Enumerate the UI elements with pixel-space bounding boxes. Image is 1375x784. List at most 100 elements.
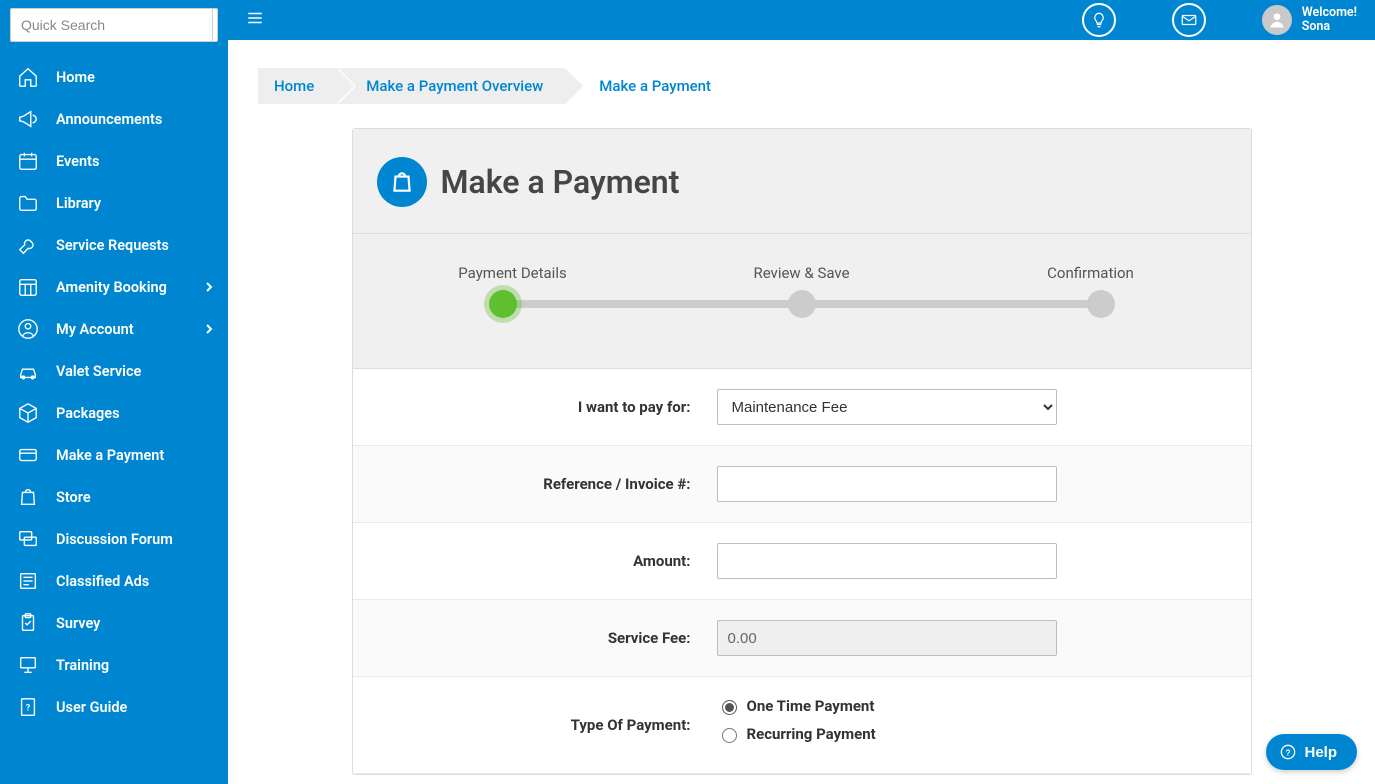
chevron-right-icon	[204, 321, 214, 338]
sidebar-item-label: Library	[56, 195, 101, 212]
megaphone-icon	[16, 107, 40, 131]
label-payment-type: Type Of Payment:	[377, 716, 717, 734]
step-dot-1	[489, 290, 517, 318]
search-wrap	[0, 0, 228, 50]
sidebar: Home Announcements Events Library Servic…	[0, 0, 228, 784]
shopping-bag-icon	[377, 157, 427, 207]
sidebar-item-label: Store	[56, 489, 91, 506]
card-header: Make a Payment	[353, 129, 1251, 234]
select-pay-for[interactable]: Maintenance Fee	[717, 389, 1057, 425]
row-pay-for: I want to pay for: Maintenance Fee	[353, 369, 1251, 446]
search-button[interactable]	[212, 9, 218, 41]
row-service-fee: Service Fee:	[353, 600, 1251, 677]
sidebar-item-label: Announcements	[56, 111, 162, 128]
radio-recurring-input[interactable]	[722, 728, 737, 743]
sidebar-item-label: Survey	[56, 615, 100, 632]
sidebar-item-label: User Guide	[56, 699, 127, 716]
row-payment-type: Type Of Payment: One Time Payment Recurr…	[353, 677, 1251, 774]
input-service-fee	[717, 620, 1057, 656]
box-icon	[16, 401, 40, 425]
radio-one-time[interactable]: One Time Payment	[717, 697, 1057, 715]
sidebar-item-label: Events	[56, 153, 99, 170]
search-box	[10, 8, 218, 42]
envelope-icon	[1180, 11, 1198, 29]
radio-recurring[interactable]: Recurring Payment	[717, 725, 1057, 743]
row-reference: Reference / Invoice #:	[353, 446, 1251, 523]
breadcrumb-current: Make a Payment	[565, 68, 733, 104]
help-icon: ?	[1280, 744, 1296, 760]
sidebar-item-label: Make a Payment	[56, 447, 164, 464]
input-amount[interactable]	[717, 543, 1057, 579]
user-circle-icon	[16, 317, 40, 341]
car-icon	[16, 359, 40, 383]
sidebar-item-store[interactable]: Store	[0, 476, 228, 518]
sidebar-item-label: Classified Ads	[56, 573, 149, 590]
ideas-button[interactable]	[1082, 3, 1116, 37]
label-amount: Amount:	[377, 552, 717, 570]
breadcrumb-home[interactable]: Home	[258, 68, 336, 104]
progress-stepper: Payment Details Review & Save Confirmati…	[353, 234, 1251, 369]
sidebar-item-label: Amenity Booking	[56, 279, 167, 296]
svg-text:?: ?	[26, 704, 31, 714]
label-service-fee: Service Fee:	[377, 629, 717, 647]
label-pay-for: I want to pay for:	[377, 398, 717, 416]
main-content: Home Make a Payment Overview Make a Paym…	[228, 40, 1375, 784]
progress-track	[503, 300, 1101, 308]
sidebar-item-announcements[interactable]: Announcements	[0, 98, 228, 140]
sidebar-item-my-account[interactable]: My Account	[0, 308, 228, 350]
chat-icon	[16, 527, 40, 551]
menu-toggle-button[interactable]	[246, 9, 264, 31]
breadcrumb: Home Make a Payment Overview Make a Paym…	[258, 68, 1345, 104]
sidebar-item-events[interactable]: Events	[0, 140, 228, 182]
svg-text:?: ?	[1286, 747, 1291, 757]
sidebar-item-packages[interactable]: Packages	[0, 392, 228, 434]
sidebar-item-user-guide[interactable]: ? User Guide	[0, 686, 228, 728]
welcome-text: Welcome! Sona	[1302, 6, 1357, 35]
step-label-1: Payment Details	[453, 264, 573, 282]
folder-icon	[16, 191, 40, 215]
sidebar-item-valet-service[interactable]: Valet Service	[0, 350, 228, 392]
sidebar-item-library[interactable]: Library	[0, 182, 228, 224]
clipboard-icon	[16, 611, 40, 635]
sidebar-item-label: Packages	[56, 405, 120, 422]
sidebar-item-classified-ads[interactable]: Classified Ads	[0, 560, 228, 602]
help-button[interactable]: ? Help	[1266, 734, 1357, 770]
sidebar-item-label: Valet Service	[56, 363, 141, 380]
sidebar-item-make-a-payment[interactable]: Make a Payment	[0, 434, 228, 476]
sidebar-item-home[interactable]: Home	[0, 56, 228, 98]
sidebar-item-label: Training	[56, 657, 109, 674]
lightbulb-icon	[1090, 11, 1108, 29]
sidebar-item-label: Home	[56, 69, 95, 86]
messages-button[interactable]	[1172, 3, 1206, 37]
step-label-3: Confirmation	[1031, 264, 1151, 282]
avatar[interactable]	[1262, 5, 1292, 35]
help-doc-icon: ?	[16, 695, 40, 719]
bag-icon	[16, 485, 40, 509]
newspaper-icon	[16, 569, 40, 593]
sidebar-item-discussion-forum[interactable]: Discussion Forum	[0, 518, 228, 560]
grid-calendar-icon	[16, 275, 40, 299]
sidebar-nav: Home Announcements Events Library Servic…	[0, 56, 228, 728]
home-icon	[16, 65, 40, 89]
calendar-icon	[16, 149, 40, 173]
step-label-2: Review & Save	[742, 264, 862, 282]
step-dot-3	[1087, 290, 1115, 318]
page-title: Make a Payment	[441, 163, 680, 201]
sidebar-item-training[interactable]: Training	[0, 644, 228, 686]
sidebar-item-label: Discussion Forum	[56, 531, 173, 548]
sidebar-item-service-requests[interactable]: Service Requests	[0, 224, 228, 266]
credit-card-icon	[16, 443, 40, 467]
sidebar-item-survey[interactable]: Survey	[0, 602, 228, 644]
input-reference[interactable]	[717, 466, 1057, 502]
sidebar-item-amenity-booking[interactable]: Amenity Booking	[0, 266, 228, 308]
breadcrumb-overview[interactable]: Make a Payment Overview	[336, 68, 565, 104]
radio-one-time-input[interactable]	[722, 700, 737, 715]
row-amount: Amount:	[353, 523, 1251, 600]
wrench-icon	[16, 233, 40, 257]
step-dot-2	[788, 290, 816, 318]
sidebar-item-label: My Account	[56, 321, 134, 338]
sidebar-item-label: Service Requests	[56, 237, 169, 254]
chevron-right-icon	[204, 279, 214, 296]
user-icon	[1267, 10, 1287, 30]
search-input[interactable]	[11, 9, 212, 41]
